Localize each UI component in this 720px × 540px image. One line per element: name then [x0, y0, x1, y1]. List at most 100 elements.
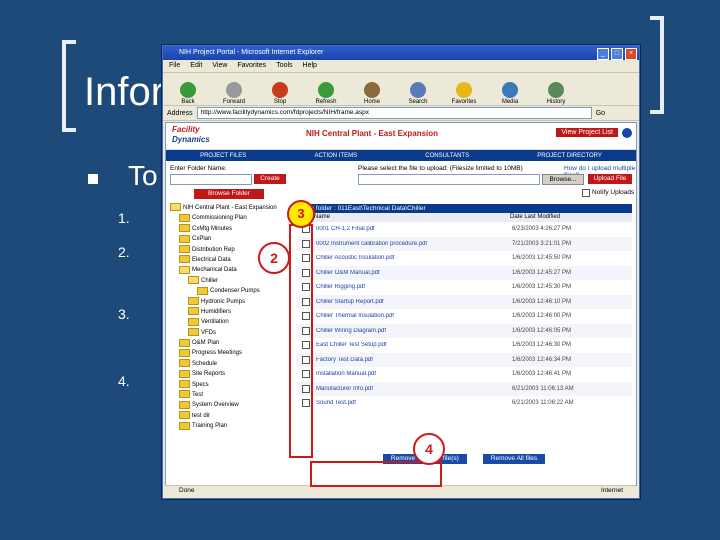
tree-folder-item[interactable]: Test	[170, 390, 292, 400]
tree-folder-item[interactable]: Site Reports	[170, 369, 292, 379]
tree-folder-item[interactable]: Commissioning Plan	[170, 213, 292, 223]
file-name-link[interactable]: Factory Test Data.pdf	[316, 357, 512, 363]
folder-icon	[188, 296, 199, 305]
create-folder-button[interactable]: Create	[254, 174, 286, 184]
toolbar-history-button[interactable]: History	[535, 82, 577, 105]
file-date: 1/6/2003 12:45:50 PM	[512, 255, 572, 262]
toolbar-forward-button[interactable]: Forward	[213, 82, 255, 105]
folder-icon	[179, 411, 190, 420]
tree-folder-label: Chiller	[201, 277, 219, 284]
minimize-button[interactable]: _	[597, 48, 609, 60]
tree-folder-item[interactable]: Schedule	[170, 359, 292, 369]
tree-folder-item[interactable]: Humidifiers	[170, 307, 292, 317]
favorites-star-icon	[456, 82, 472, 98]
file-date: 1/6/2003 12:46:00 PM	[512, 313, 572, 320]
toolbar-media-button[interactable]: Media	[489, 82, 531, 105]
tree-folder-item[interactable]: NIH Central Plant - East Expansion	[170, 203, 292, 213]
file-row: 0002 Instrument calibration procedure.pd…	[296, 236, 632, 251]
go-button[interactable]: Go	[596, 110, 605, 117]
maximize-button[interactable]: □	[611, 48, 623, 60]
tree-folder-item[interactable]: Ventilation	[170, 317, 292, 327]
file-date: 1/6/2003 12:46:41 PM	[512, 371, 572, 378]
file-date: 1/6/2003 12:46:34 PM	[512, 356, 572, 363]
file-list-panel: Main folder : 011East\Technical Data\Chi…	[296, 204, 632, 484]
toolbar-refresh-button[interactable]: Refresh	[305, 82, 347, 105]
site-header: Facility Dynamics NIH Central Plant - Ea…	[166, 123, 636, 150]
file-row: Chiller Rigging.pdf 1/6/2003 12:45:30 PM	[296, 280, 632, 295]
file-name-link[interactable]: Chiller O&M Manual.pdf	[316, 270, 512, 276]
menu-item-tools[interactable]: Tools	[276, 60, 292, 72]
go-arrow-icon[interactable]	[622, 128, 632, 138]
tree-folder-item[interactable]: Specs	[170, 380, 292, 390]
tree-folder-label: System Overview	[192, 402, 239, 409]
nav-action-items[interactable]: ACTION ITEMS	[314, 153, 357, 159]
tree-folder-label: Hydronic Pumps	[201, 298, 246, 305]
nav-project-files[interactable]: PROJECT FILES	[200, 153, 246, 159]
view-project-list-button[interactable]: View Project List	[556, 128, 618, 137]
remove-all-files-button[interactable]: Remove All files	[482, 454, 546, 464]
file-row: East Chiller Test Setup.pdf 1/6/2003 12:4…	[296, 338, 632, 353]
tree-folder-item[interactable]: Chiller	[170, 276, 292, 286]
file-row: Chiller Wiring Diagram.pdf 1/6/2003 12:46…	[296, 323, 632, 338]
browse-folder-button[interactable]: Browse Folder	[194, 189, 264, 199]
folder-icon	[179, 213, 190, 222]
file-date: 1/6/2003 12:46:30 PM	[512, 342, 572, 349]
menu-item-file[interactable]: File	[169, 60, 180, 72]
date-column-header[interactable]: Date Last Modified	[510, 213, 620, 222]
tree-folder-item[interactable]: VFDs	[170, 328, 292, 338]
stop-icon	[272, 82, 288, 98]
address-input[interactable]: http://www.facilitydynamics.com/fdprojec…	[196, 107, 592, 119]
address-bar: Address http://www.facilitydynamics.com/…	[163, 106, 639, 121]
file-name-link[interactable]: 0001 CH-1,2 Final.pdf	[316, 226, 512, 232]
tree-folder-item[interactable]: test dir	[170, 411, 292, 421]
folder-icon	[179, 255, 190, 264]
file-name-link[interactable]: Chiller Startup Report.pdf	[316, 299, 512, 305]
file-row: Sound Test.pdf 6/21/2003 11:06:22 AM	[296, 396, 632, 411]
close-button[interactable]: ×	[625, 48, 637, 60]
upload-file-path-input[interactable]	[358, 174, 540, 185]
toolbar-stop-button[interactable]: Stop	[259, 82, 301, 105]
menu-item-edit[interactable]: Edit	[190, 60, 202, 72]
menu-item-favorites[interactable]: Favorites	[237, 60, 266, 72]
folder-name-input[interactable]	[170, 174, 252, 185]
tree-folder-item[interactable]: Progress Meetings	[170, 348, 292, 358]
file-row: Chiller Acoustic Insulation.pdf 1/6/2003 …	[296, 251, 632, 266]
tree-folder-item[interactable]: Training Plan	[170, 421, 292, 431]
menu-item-help[interactable]: Help	[303, 60, 317, 72]
select-file-label: Please select the file to upload: (Files…	[358, 165, 523, 172]
toolbar-favorites-button[interactable]: Favorites	[443, 82, 485, 105]
file-name-link[interactable]: Sound Test.pdf	[316, 400, 512, 406]
browse-file-button[interactable]: Browse...	[542, 174, 584, 185]
notify-uploads-checkbox[interactable]	[582, 189, 590, 197]
nav-consultants[interactable]: CONSULTANTS	[425, 153, 469, 159]
enter-folder-label: Enter Folder Name:	[170, 165, 227, 172]
tree-folder-label: Electrical Data	[192, 256, 231, 263]
tree-folder-item[interactable]: System Overview	[170, 400, 292, 410]
tree-folder-item[interactable]: CxMtg Minutes	[170, 224, 292, 234]
file-name-link[interactable]: Manufacturer Info.pdf	[316, 386, 512, 392]
tree-folder-item[interactable]: Hydronic Pumps	[170, 296, 292, 307]
tree-folder-label: NIH Central Plant - East Expansion	[183, 205, 277, 211]
file-name-link[interactable]: Chiller Rigging.pdf	[316, 284, 512, 290]
menu-item-view[interactable]: View	[212, 60, 227, 72]
file-name-link[interactable]: Chiller Acoustic Insulation.pdf	[316, 255, 512, 261]
toolbar-back-button[interactable]: Back	[167, 82, 209, 105]
toolbar-search-button[interactable]: Search	[397, 82, 439, 105]
file-name-link[interactable]: Chiller Wiring Diagram.pdf	[316, 328, 512, 334]
site-nav-bar: PROJECT FILES ACTION ITEMS CONSULTANTS PROJ…	[166, 150, 636, 161]
address-label: Address	[167, 109, 193, 117]
file-name-link[interactable]: Chiller Thermal Insulation.pdf	[316, 313, 512, 319]
file-name-link[interactable]: 0002 Instrument calibration procedure.pd…	[316, 241, 512, 247]
file-name-link[interactable]: East Chiller Test Setup.pdf	[316, 342, 512, 348]
file-name-link[interactable]: Installation Manual.pdf	[316, 371, 512, 377]
tree-folder-label: Progress Meetings	[192, 350, 243, 357]
tree-folder-item[interactable]: O&M Plan	[170, 338, 292, 348]
nav-project-directory[interactable]: PROJECT DIRECTORY	[537, 153, 602, 159]
tree-folder-item[interactable]: Condenser Pumps	[170, 286, 292, 296]
toolbar-home-button[interactable]: Home	[351, 82, 393, 105]
tree-folder-label: Ventilation	[201, 319, 229, 326]
upload-file-button[interactable]: Upload File	[588, 174, 632, 184]
tree-folder-label: Mechanical Data	[192, 267, 237, 274]
name-column-header[interactable]: Name	[314, 213, 510, 222]
tree-folder-label: Humidifiers	[201, 308, 232, 315]
